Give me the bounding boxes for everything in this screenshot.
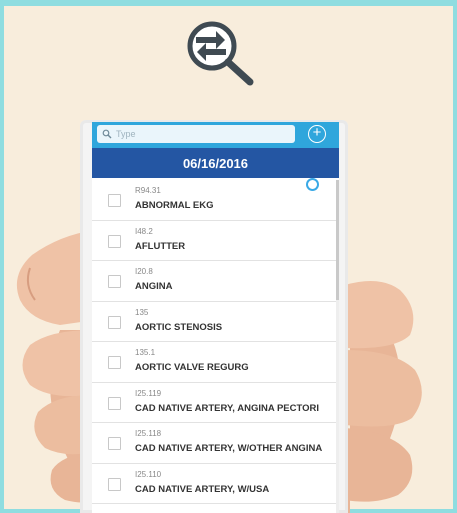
list-item[interactable]: I20.8 ANGINA [92,261,339,302]
swap-magnifier-icon [187,21,254,86]
item-label: ANGINA [135,281,173,292]
item-label: CAD NATIVE ARTERY, W/USA [135,483,270,495]
phone-screen: + 06/16/2016 R94.31 ABNORMAL EKG I48.2 A… [92,122,339,513]
item-code: 135 [135,307,149,317]
item-code: I20.8 [135,267,153,276]
list-item[interactable]: I25.118 CAD NATIVE ARTERY, W/OTHER ANGIN… [92,423,339,464]
frame-right-border [453,0,457,513]
item-code: I25.118 [135,429,162,438]
selection-indicator-icon [306,178,319,191]
item-label: AORTIC STENOSIS [135,321,223,333]
item-label: AFLUTTER [135,240,186,252]
list-item[interactable]: 135.1 AORTIC VALVE REGURG [92,342,339,383]
list-item[interactable]: 135 AORTIC STENOSIS [92,302,339,342]
diagnosis-list: R94.31 ABNORMAL EKG I48.2 AFLUTTER I20.8… [92,180,339,504]
item-checkbox[interactable] [108,437,121,450]
item-checkbox[interactable] [108,315,121,329]
item-code: I25.110 [135,469,162,479]
item-label: CAD NATIVE ARTERY, W/OTHER ANGINA [135,443,323,454]
list-item[interactable]: I25.119 CAD NATIVE ARTERY, ANGINA PECTOR… [92,383,339,423]
scrollbar-thumb[interactable] [336,180,339,300]
frame-top-border [0,0,457,6]
item-checkbox[interactable] [108,356,121,369]
item-code: I48.2 [135,226,153,236]
item-label: CAD NATIVE ARTERY, ANGINA PECTORI [135,402,320,414]
search-box[interactable] [97,125,295,143]
item-checkbox[interactable] [108,396,121,410]
search-input[interactable] [116,129,286,139]
item-label: ABNORMAL EKG [135,200,214,211]
list-item[interactable]: I48.2 AFLUTTER [92,221,339,261]
item-checkbox[interactable] [108,194,121,207]
search-icon [102,129,112,139]
item-code: I25.119 [135,388,162,398]
phone-device: + 06/16/2016 R94.31 ABNORMAL EKG I48.2 A… [80,120,348,513]
date-header: 06/16/2016 [92,148,339,178]
plus-circle-icon[interactable]: + [308,125,326,143]
item-label: AORTIC VALVE REGURG [135,362,249,373]
item-code: 135.1 [135,348,156,357]
frame-left-border [0,0,4,513]
list-item[interactable]: R94.31 ABNORMAL EKG [92,180,339,221]
list-item[interactable]: I25.110 CAD NATIVE ARTERY, W/USA [92,464,339,504]
search-bar: + [92,122,339,148]
item-checkbox[interactable] [108,477,121,491]
item-checkbox[interactable] [108,234,121,248]
item-code: R94.31 [135,186,161,195]
item-checkbox[interactable] [108,275,121,288]
